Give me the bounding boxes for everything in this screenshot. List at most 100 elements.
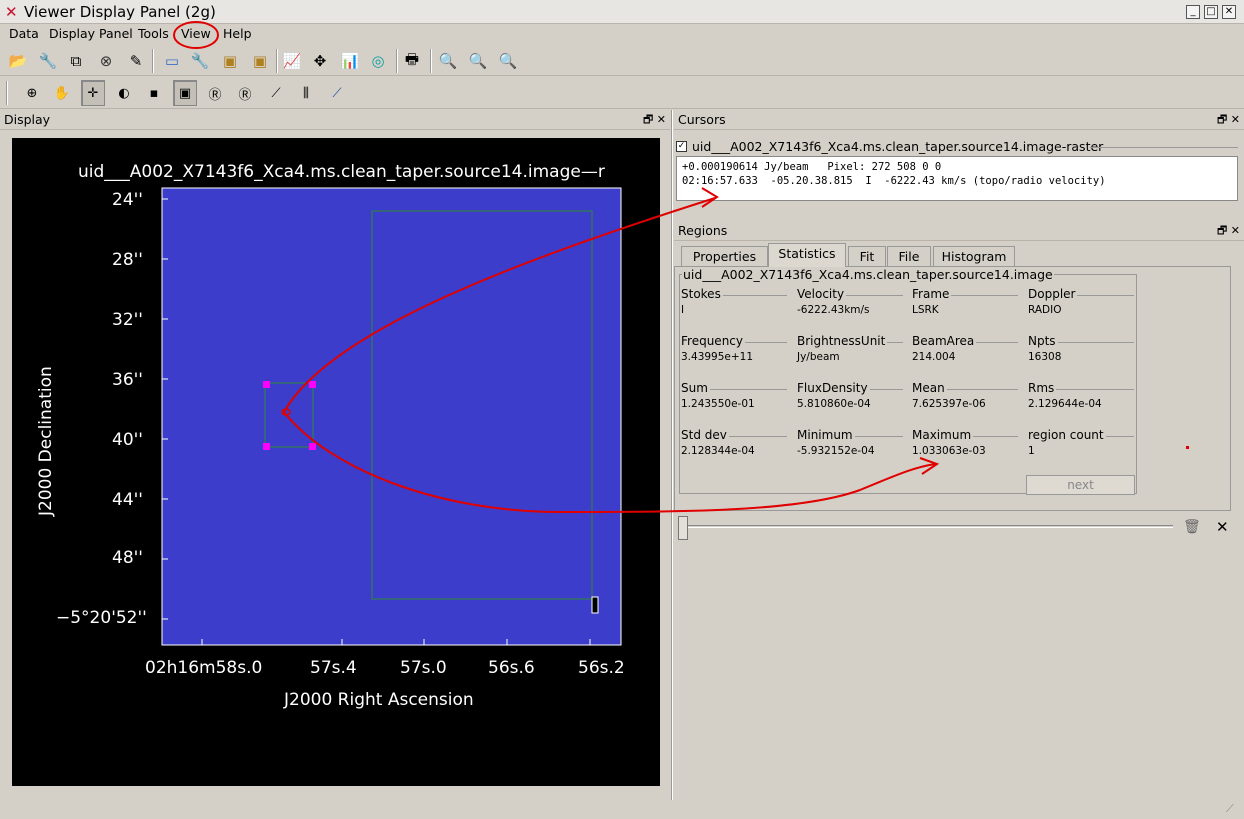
colormap-tool-icon[interactable]: ◐ bbox=[112, 80, 136, 106]
fit-icon[interactable]: ✥ bbox=[308, 49, 332, 73]
image-raster[interactable] bbox=[162, 188, 621, 645]
stat-label: region count bbox=[1028, 428, 1106, 442]
menu-view[interactable]: View bbox=[181, 26, 211, 41]
menu-display-panel[interactable]: Display Panel bbox=[49, 26, 133, 41]
unload-icon[interactable]: ⊗ bbox=[94, 49, 118, 73]
stat-label: BrightnessUnit bbox=[797, 334, 888, 348]
zoom-out-icon[interactable]: 🔍 bbox=[496, 49, 520, 73]
dec-tick-label: 32'' bbox=[112, 310, 143, 330]
menu-bar: Data Display Panel Tools View Help bbox=[0, 24, 1244, 44]
next-button[interactable]: next bbox=[1026, 475, 1135, 495]
crosshair-tool-icon[interactable]: ✛ bbox=[81, 80, 105, 106]
collapse-icon[interactable]: ◎ bbox=[366, 49, 390, 73]
stat-value: 7.625397e-06 bbox=[912, 398, 986, 410]
stat-value: 3.43995e+11 bbox=[681, 351, 754, 363]
dec-tick-label: 36'' bbox=[112, 370, 143, 390]
x-logo-icon: ✕ bbox=[5, 3, 18, 21]
tab-histogram[interactable]: Histogram bbox=[933, 246, 1015, 266]
new-panel-icon[interactable]: ▭ bbox=[160, 49, 184, 73]
layer-name: uid___A002_X7143f6_Xca4.ms.clean_taper.s… bbox=[692, 139, 1104, 154]
x-axis-label: J2000 Right Ascension bbox=[284, 690, 474, 710]
regions-dock: Regions 🗗 ✕ bbox=[674, 221, 1244, 241]
dock-controls[interactable]: 🗗 ✕ bbox=[643, 110, 666, 129]
copy-icon[interactable]: ⧉ bbox=[64, 49, 88, 73]
menu-data[interactable]: Data bbox=[9, 26, 39, 41]
region-slider-handle[interactable] bbox=[678, 516, 688, 540]
zoom-in-icon[interactable]: 🔍 bbox=[466, 49, 490, 73]
tab-fit[interactable]: Fit bbox=[848, 246, 886, 266]
display-canvas[interactable]: uid___A002_X7143f6_Xca4.ms.clean_taper.s… bbox=[12, 138, 660, 786]
stat-label: Stokes bbox=[681, 287, 723, 301]
cursors-dock-title: Cursors bbox=[678, 112, 726, 127]
trash-icon[interactable]: 🗑 bbox=[1183, 519, 1201, 535]
region-handle-bl[interactable] bbox=[263, 443, 270, 450]
polygon-region-icon[interactable]: Ⓡ bbox=[233, 80, 257, 106]
stat-label: Frame bbox=[912, 287, 952, 301]
region-slider-track[interactable] bbox=[680, 525, 1173, 528]
ellipse-region-icon[interactable]: Ⓡ bbox=[203, 80, 227, 106]
save-panel-icon[interactable]: ▣ bbox=[218, 49, 242, 73]
regions-dock-title: Regions bbox=[678, 223, 728, 238]
menu-help[interactable]: Help bbox=[223, 26, 252, 41]
red-dot bbox=[1186, 446, 1189, 449]
image-plot[interactable] bbox=[12, 138, 660, 786]
spectral-profile-icon[interactable]: 📈 bbox=[280, 49, 304, 73]
zoom-tool-icon[interactable]: ⊕ bbox=[20, 80, 44, 106]
save-data-icon[interactable]: ✎ bbox=[124, 49, 148, 73]
region-handle-br[interactable] bbox=[309, 443, 316, 450]
menu-tools[interactable]: Tools bbox=[138, 26, 169, 41]
polyline-tool-icon[interactable]: ⟋ bbox=[264, 80, 288, 106]
dock-controls[interactable]: 🗗 ✕ bbox=[1217, 221, 1240, 240]
point-tool-icon[interactable]: ▪ bbox=[142, 80, 166, 106]
restore-panel-icon[interactable]: ▣ bbox=[248, 49, 272, 73]
zoom-fit-icon[interactable]: 🔍 bbox=[436, 49, 460, 73]
tab-properties[interactable]: Properties bbox=[681, 246, 768, 266]
stat-label: Mean bbox=[912, 381, 947, 395]
dec-tick-label: 40'' bbox=[112, 430, 143, 450]
stat-value: 1.033063e-03 bbox=[912, 445, 986, 457]
ra-tick-label: 57s.4 bbox=[310, 658, 357, 678]
ra-tick-label: 56s.6 bbox=[488, 658, 535, 678]
mouse-toolbar: ⊕ ✋ ✛ ◐ ▪ ▣ Ⓡ Ⓡ ⟋ ⫼ ⟋ bbox=[0, 77, 1244, 109]
pan-hand-icon[interactable]: ✋ bbox=[50, 80, 74, 106]
stat-value: 5.810860e-04 bbox=[797, 398, 871, 410]
region-handle[interactable] bbox=[591, 596, 599, 614]
region-handle-tr[interactable] bbox=[309, 381, 316, 388]
display-dock-title: Display bbox=[4, 112, 51, 127]
dec-tick-label: −5°20'52'' bbox=[56, 608, 147, 628]
region-handle-tl[interactable] bbox=[263, 381, 270, 388]
tab-file[interactable]: File bbox=[887, 246, 931, 266]
stat-value: LSRK bbox=[912, 304, 939, 316]
ruler-tool-icon[interactable]: ⫼ bbox=[294, 80, 318, 106]
ra-tick-label: 56s.2 bbox=[578, 658, 625, 678]
tab-statistics[interactable]: Statistics bbox=[768, 243, 846, 267]
histogram-icon[interactable]: 📊 bbox=[338, 49, 362, 73]
dec-tick-label: 28'' bbox=[112, 250, 143, 270]
y-axis-label: J2000 Declination bbox=[36, 366, 56, 516]
panel-options-icon[interactable]: 🔧 bbox=[188, 49, 212, 73]
stat-label: Rms bbox=[1028, 381, 1057, 395]
stat-value: RADIO bbox=[1028, 304, 1062, 316]
delete-region-icon[interactable]: ✕ bbox=[1216, 518, 1229, 536]
maximize-button[interactable]: □ bbox=[1204, 5, 1218, 19]
close-button[interactable]: ✕ bbox=[1222, 5, 1236, 19]
print-icon[interactable]: 🖶 bbox=[400, 49, 424, 73]
position-velocity-icon[interactable]: ⟋ bbox=[325, 80, 349, 106]
main-toolbar: 📂 🔧 ⧉ ⊗ ✎ ▭ 🔧 ▣ ▣ 📈 ✥ 📊 ◎ 🖶 🔍 🔍 🔍 bbox=[0, 46, 1244, 76]
resize-grip-icon[interactable]: ⟋ bbox=[1226, 802, 1234, 816]
stat-value: 214.004 bbox=[912, 351, 956, 363]
stat-value: I bbox=[681, 304, 685, 316]
title-bar: ✕ Viewer Display Panel (2g) _ □ ✕ bbox=[0, 0, 1244, 24]
stat-label: Npts bbox=[1028, 334, 1058, 348]
stat-label: Std dev bbox=[681, 428, 729, 442]
layer-checkbox[interactable]: ✓ bbox=[676, 141, 687, 152]
minimize-button[interactable]: _ bbox=[1186, 5, 1200, 19]
dock-splitter[interactable] bbox=[671, 110, 673, 800]
open-folder-icon[interactable]: 📂 bbox=[6, 49, 30, 73]
rectangle-region-icon[interactable]: ▣ bbox=[173, 80, 197, 106]
dock-controls[interactable]: 🗗 ✕ bbox=[1217, 110, 1240, 129]
stat-value: Jy/beam bbox=[797, 351, 840, 363]
regions-dock-header: Regions 🗗 ✕ bbox=[674, 221, 1244, 241]
wrench-icon[interactable]: 🔧 bbox=[36, 49, 60, 73]
dec-tick-label: 48'' bbox=[112, 548, 143, 568]
